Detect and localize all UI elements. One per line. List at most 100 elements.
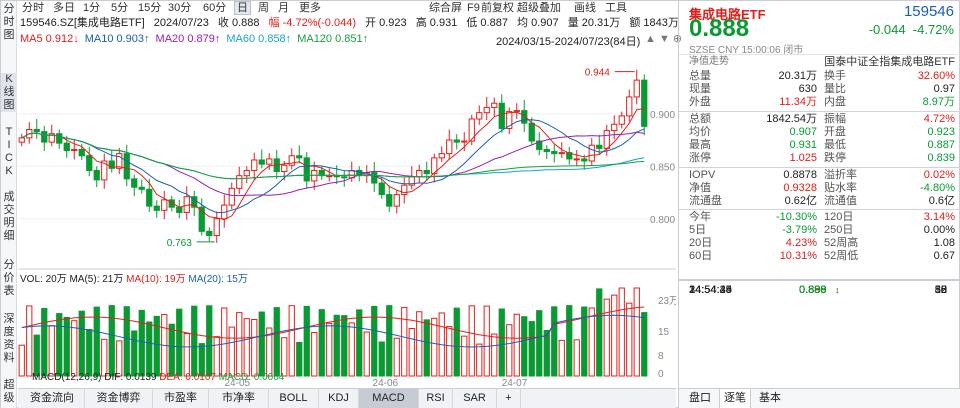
candle-body	[476, 112, 483, 120]
period-2[interactable]: 1分	[81, 1, 102, 15]
toolbar-4[interactable]: 画线	[574, 1, 596, 15]
candle-body	[581, 158, 588, 162]
toolbar-5[interactable]: 工具	[605, 1, 627, 15]
vol-tick-label: 0	[658, 369, 664, 380]
macd-legend-item: DEA: 0.0107	[159, 372, 218, 383]
stat-value: 0.97	[933, 83, 955, 95]
side-view-1[interactable]: K 线 图	[1, 73, 17, 112]
index-trend-label: 净值走势	[689, 56, 729, 67]
vol-legend-item: VOL: 20万	[20, 274, 69, 285]
range-buttons[interactable]: ▲ ▼ ⊕	[645, 32, 682, 45]
period-10[interactable]: 更多	[297, 1, 323, 15]
toolbar-2[interactable]: 前复权	[481, 1, 514, 15]
period-8[interactable]: 周	[256, 1, 271, 15]
candle-body	[123, 153, 130, 180]
stat-row: 现量 630 量比 0.97	[679, 83, 960, 96]
volume-bar	[78, 310, 85, 377]
volume-bar	[408, 327, 415, 377]
volume-bar	[168, 323, 175, 377]
panel-tab-2[interactable]: 基本	[755, 389, 785, 408]
volume-bar	[243, 318, 250, 377]
candle-body	[393, 194, 400, 207]
period-5[interactable]: 30分	[166, 1, 193, 15]
stat-label: 贴水率	[824, 182, 857, 194]
tab-4[interactable]: BOLL	[269, 389, 319, 408]
vol-tick-label: 23万	[658, 296, 676, 307]
volume-bar	[633, 287, 640, 377]
stat-value: 0.02%	[923, 169, 955, 181]
panel-change: -0.044 -4.72%	[869, 22, 954, 37]
stat-label: 60日	[689, 250, 713, 262]
volume-bar	[641, 312, 648, 377]
tab-3[interactable]: 市净率	[209, 389, 269, 408]
index-trend-row[interactable]: 净值走势 国泰中证全指集成电路ETF	[679, 54, 960, 68]
stat-label: 外盘	[689, 96, 711, 108]
kline-chart[interactable]: 0.900 0.850 0.800 0.944 0.763 VOL: 20万 MA(5):…	[18, 46, 676, 388]
candle-body	[206, 230, 213, 237]
toolbar-0[interactable]: 综合屏	[429, 1, 462, 15]
stat-value: -3.79%	[782, 224, 817, 236]
volume-bar	[603, 298, 610, 377]
period-1[interactable]: 多日	[51, 1, 77, 15]
stat-label: 总量	[689, 70, 711, 82]
volume-bar	[138, 309, 145, 377]
period-3[interactable]: 5分	[109, 1, 130, 15]
volume-bar	[528, 321, 535, 377]
stat-label: 内盘	[824, 96, 846, 108]
volume-bar	[26, 305, 33, 377]
side-view-5[interactable]: 深 度 资 料	[1, 313, 17, 365]
panel-tab-1[interactable]: 逐笔	[719, 389, 751, 408]
period-0[interactable]: 分时	[20, 1, 46, 15]
tab-7[interactable]: RSI	[419, 389, 453, 408]
panel-tab-0[interactable]: 盘口	[685, 389, 715, 408]
candle-body	[236, 175, 243, 189]
vol-legend-item: MA(10): 19万	[126, 274, 188, 285]
volume-bar	[213, 336, 220, 377]
candle-body	[138, 186, 145, 190]
stat-label: 52周低	[824, 250, 859, 262]
volume-bar	[468, 305, 475, 377]
candle-body	[528, 122, 535, 142]
period-7[interactable]: 日	[234, 1, 251, 15]
tab-5[interactable]: KDJ	[319, 389, 359, 408]
vol-legend-item: MA(5): 21万	[69, 274, 126, 285]
candle-body	[626, 96, 633, 117]
candle-body	[326, 175, 333, 178]
stat-label: IOPV	[689, 169, 716, 181]
side-view-6[interactable]: 超 级	[1, 379, 17, 405]
side-view-0[interactable]: 分 时 图	[1, 3, 17, 42]
tab-9[interactable]: +	[497, 389, 521, 408]
price-tick-label: 0.800	[650, 215, 675, 226]
tab-6[interactable]: MACD	[359, 389, 419, 408]
stat-row: 总量 20.31万 换手 32.60%	[679, 70, 960, 83]
stat-value: 0.923	[927, 126, 955, 138]
candle-body	[183, 196, 190, 213]
candle-body	[258, 159, 265, 165]
candle-body	[228, 187, 235, 206]
volume-bar	[258, 311, 265, 377]
tab-2[interactable]: 市盈率	[153, 389, 209, 408]
toolbar-3[interactable]: 超级叠加	[517, 1, 561, 15]
stat-label: 量比	[824, 83, 846, 95]
side-view-4[interactable]: 分 价 表	[1, 259, 17, 298]
tab-0[interactable]: 资金流向	[20, 389, 85, 408]
side-view-2[interactable]: T I C K	[1, 126, 17, 178]
side-view-3[interactable]: 成 交 明 细	[1, 191, 17, 243]
tab-8[interactable]: SAR	[453, 389, 497, 408]
stat-label: 总额	[689, 113, 711, 125]
tab-1[interactable]: 资金博弈	[85, 389, 153, 408]
candle-body	[86, 155, 93, 171]
toolbar-1[interactable]: F9	[467, 1, 480, 15]
volume-bar	[18, 344, 25, 377]
period-9[interactable]: 月	[276, 1, 291, 15]
stat-row: 外盘 11.34万 内盘 8.97万	[679, 96, 960, 109]
candle-body	[341, 176, 348, 179]
period-6[interactable]: 60分	[201, 1, 228, 15]
candle-body	[213, 218, 220, 237]
volume-ma-line	[21, 306, 645, 339]
stat-value: 0.931	[789, 139, 817, 151]
candle-body	[378, 182, 385, 196]
volume-bar	[356, 309, 363, 377]
volume-bar	[116, 340, 123, 377]
period-4[interactable]: 15分	[136, 1, 163, 15]
